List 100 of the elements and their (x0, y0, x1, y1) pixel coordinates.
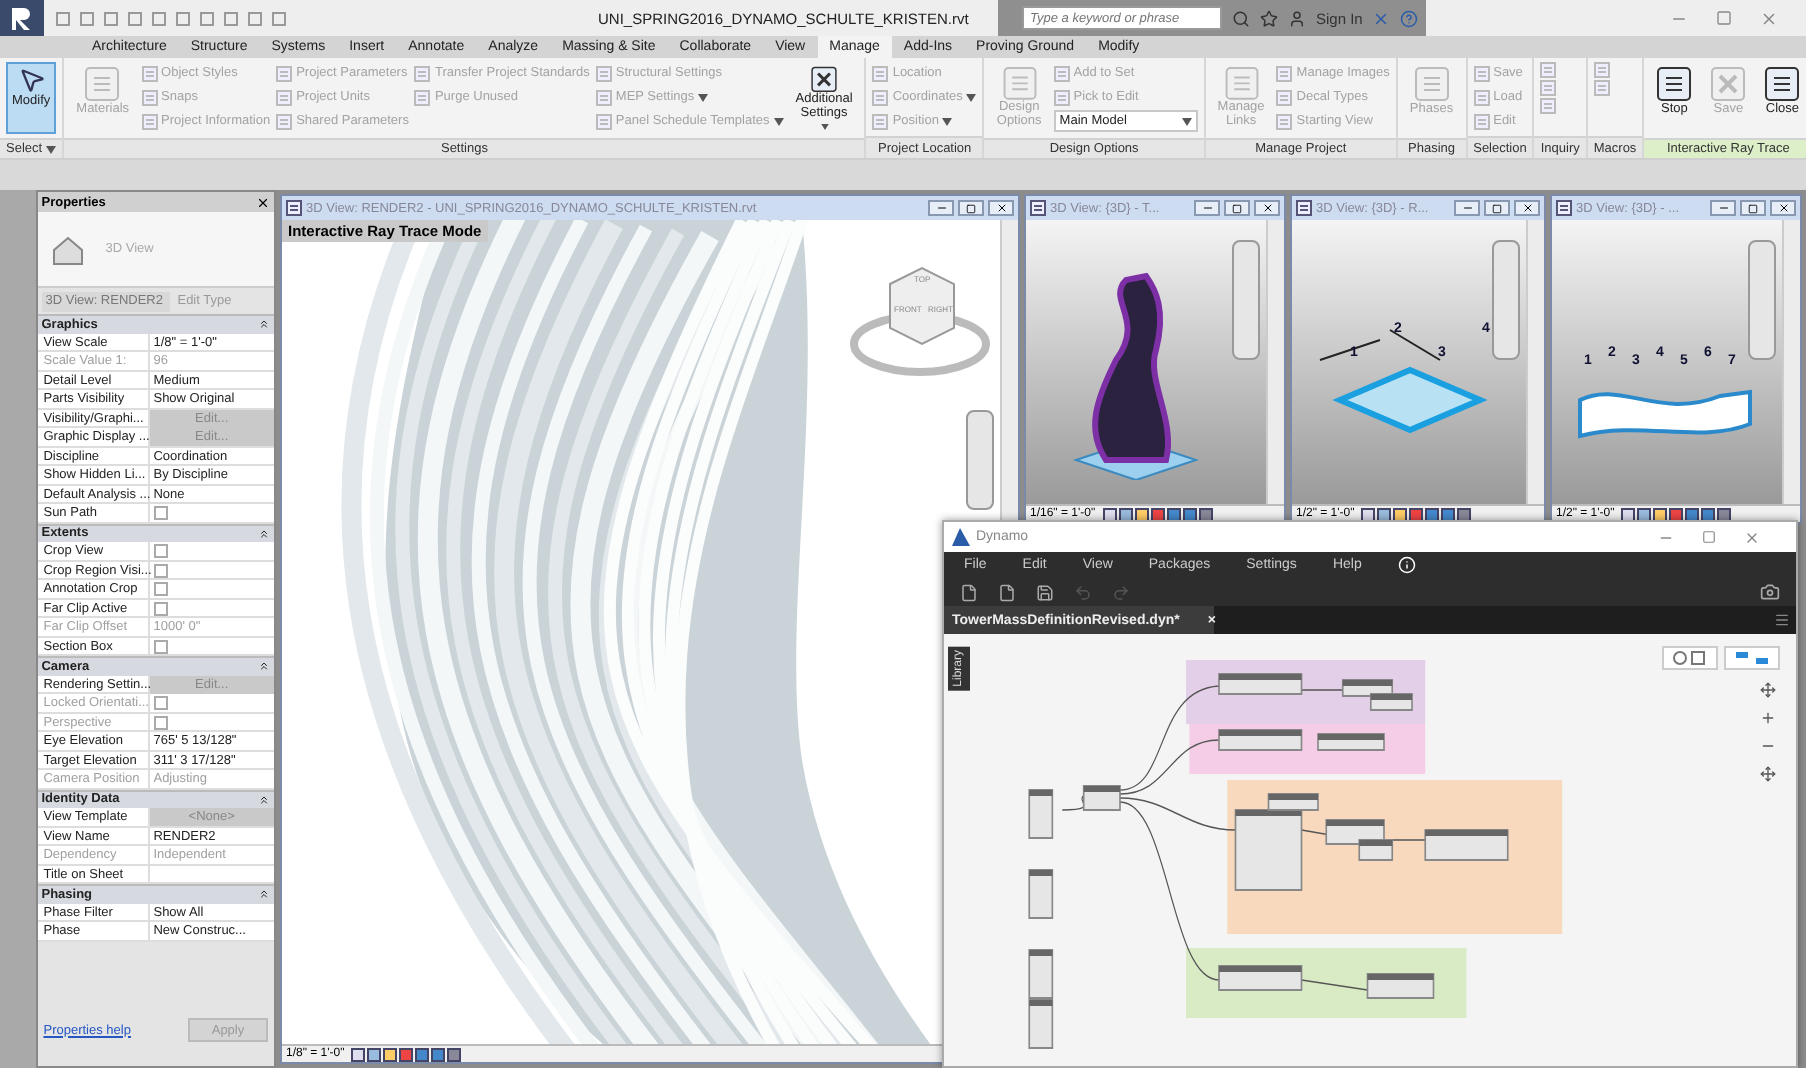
minimize-button[interactable] (1710, 200, 1736, 216)
document-icon (276, 113, 293, 129)
close-button[interactable] (1514, 200, 1540, 216)
zoom-in-icon[interactable] (1760, 710, 1776, 726)
new-file-icon[interactable] (960, 583, 978, 601)
document-icon (1276, 65, 1293, 81)
minimize-button[interactable] (928, 200, 954, 216)
checkbox[interactable] (153, 544, 168, 558)
graph-node[interactable] (1218, 965, 1303, 991)
wire (1300, 979, 1369, 991)
document-icon (1473, 65, 1490, 81)
graph-node[interactable] (1369, 693, 1413, 711)
document-icon (595, 89, 612, 105)
graph-node[interactable] (1341, 679, 1394, 697)
pan-icon[interactable] (1760, 766, 1776, 782)
graph-node[interactable] (1028, 949, 1054, 999)
close-button[interactable] (1254, 200, 1280, 216)
scrollbar[interactable] (1782, 220, 1800, 504)
checkbox[interactable] (153, 563, 168, 577)
graph-node[interactable] (1325, 819, 1385, 845)
graph-node[interactable] (1028, 789, 1054, 839)
navigation-bar[interactable] (966, 410, 994, 510)
navigation-bar[interactable] (1492, 240, 1520, 360)
document-icon (1473, 113, 1490, 129)
shapes-icon (1672, 650, 1708, 666)
tool-icon (806, 66, 843, 93)
nodes-icon (1734, 650, 1770, 666)
minimize-icon (1461, 202, 1473, 214)
checkbox[interactable] (153, 506, 168, 520)
checkbox[interactable] (153, 582, 168, 596)
house-icon (49, 233, 86, 265)
checkbox[interactable] (153, 639, 168, 653)
document-icon (286, 200, 302, 216)
dynamo-logo (952, 528, 970, 546)
close-button[interactable] (988, 200, 1014, 216)
graph-node[interactable] (1358, 839, 1394, 861)
graph-node[interactable] (1218, 729, 1303, 751)
close-icon (1777, 202, 1789, 214)
restore-button[interactable] (1740, 200, 1766, 216)
graph-node[interactable] (1317, 733, 1385, 751)
scrollbar[interactable] (1266, 220, 1284, 504)
graph-node[interactable] (1028, 869, 1054, 919)
scrollbar[interactable] (1526, 220, 1544, 504)
camera-icon[interactable] (1760, 582, 1780, 602)
tool-icon (1656, 66, 1693, 102)
document-icon (1556, 200, 1572, 216)
graph-node[interactable] (1028, 999, 1054, 1049)
collapse-icon[interactable] (258, 318, 270, 331)
checkbox[interactable] (153, 601, 168, 615)
save-icon[interactable] (1036, 583, 1054, 601)
cursor-icon (17, 66, 46, 94)
tool-icon (1001, 66, 1038, 101)
graph-node[interactable] (1366, 973, 1435, 999)
restore-icon (1748, 203, 1758, 213)
minimize-button[interactable] (1454, 200, 1480, 216)
document-icon (276, 89, 293, 105)
close-icon[interactable] (256, 195, 270, 209)
graph-node[interactable] (1267, 793, 1319, 811)
tool-icon (1710, 66, 1747, 102)
document-icon (872, 89, 889, 105)
collapse-icon[interactable] (258, 660, 270, 673)
graph-node[interactable] (1218, 673, 1303, 695)
close-icon (995, 202, 1007, 214)
geometry-view-button[interactable] (1662, 646, 1718, 670)
restore-button[interactable] (1484, 200, 1510, 216)
document-icon (1276, 113, 1293, 129)
user-icon (1288, 9, 1306, 27)
restore-button[interactable] (1224, 200, 1250, 216)
maximize-icon[interactable] (1716, 9, 1732, 25)
document-icon (141, 113, 158, 129)
app-logo[interactable] (0, 0, 44, 36)
graph-node[interactable] (1424, 829, 1509, 861)
document-icon (414, 65, 431, 81)
minimize-icon (1201, 202, 1213, 214)
wire (1061, 793, 1088, 811)
document-icon (276, 65, 293, 81)
document-icon (141, 89, 158, 105)
tool-icon (84, 66, 121, 102)
scrollbar[interactable] (1000, 220, 1018, 520)
minimize-icon (1717, 202, 1729, 214)
menu-icon[interactable] (1774, 612, 1790, 628)
open-file-icon[interactable] (998, 583, 1016, 601)
graph-node[interactable] (1234, 809, 1303, 891)
close-button[interactable] (1770, 200, 1796, 216)
collapse-icon[interactable] (258, 888, 270, 901)
minimize-button[interactable] (1194, 200, 1220, 216)
restore-icon (1492, 203, 1502, 213)
document-icon (1053, 89, 1070, 105)
star-icon[interactable] (1260, 9, 1278, 27)
close-icon (1261, 202, 1273, 214)
document-icon (1296, 200, 1312, 216)
navigation-bar[interactable] (1232, 240, 1260, 360)
graph-node[interactable] (1082, 785, 1121, 811)
search-icon[interactable] (1232, 9, 1250, 27)
restore-button[interactable] (958, 200, 984, 216)
navigation-bar[interactable] (1748, 240, 1776, 360)
graph-view-button[interactable] (1724, 646, 1780, 670)
document-icon (595, 113, 612, 129)
info-icon[interactable] (1397, 556, 1416, 574)
maximize-icon[interactable] (1702, 529, 1716, 543)
